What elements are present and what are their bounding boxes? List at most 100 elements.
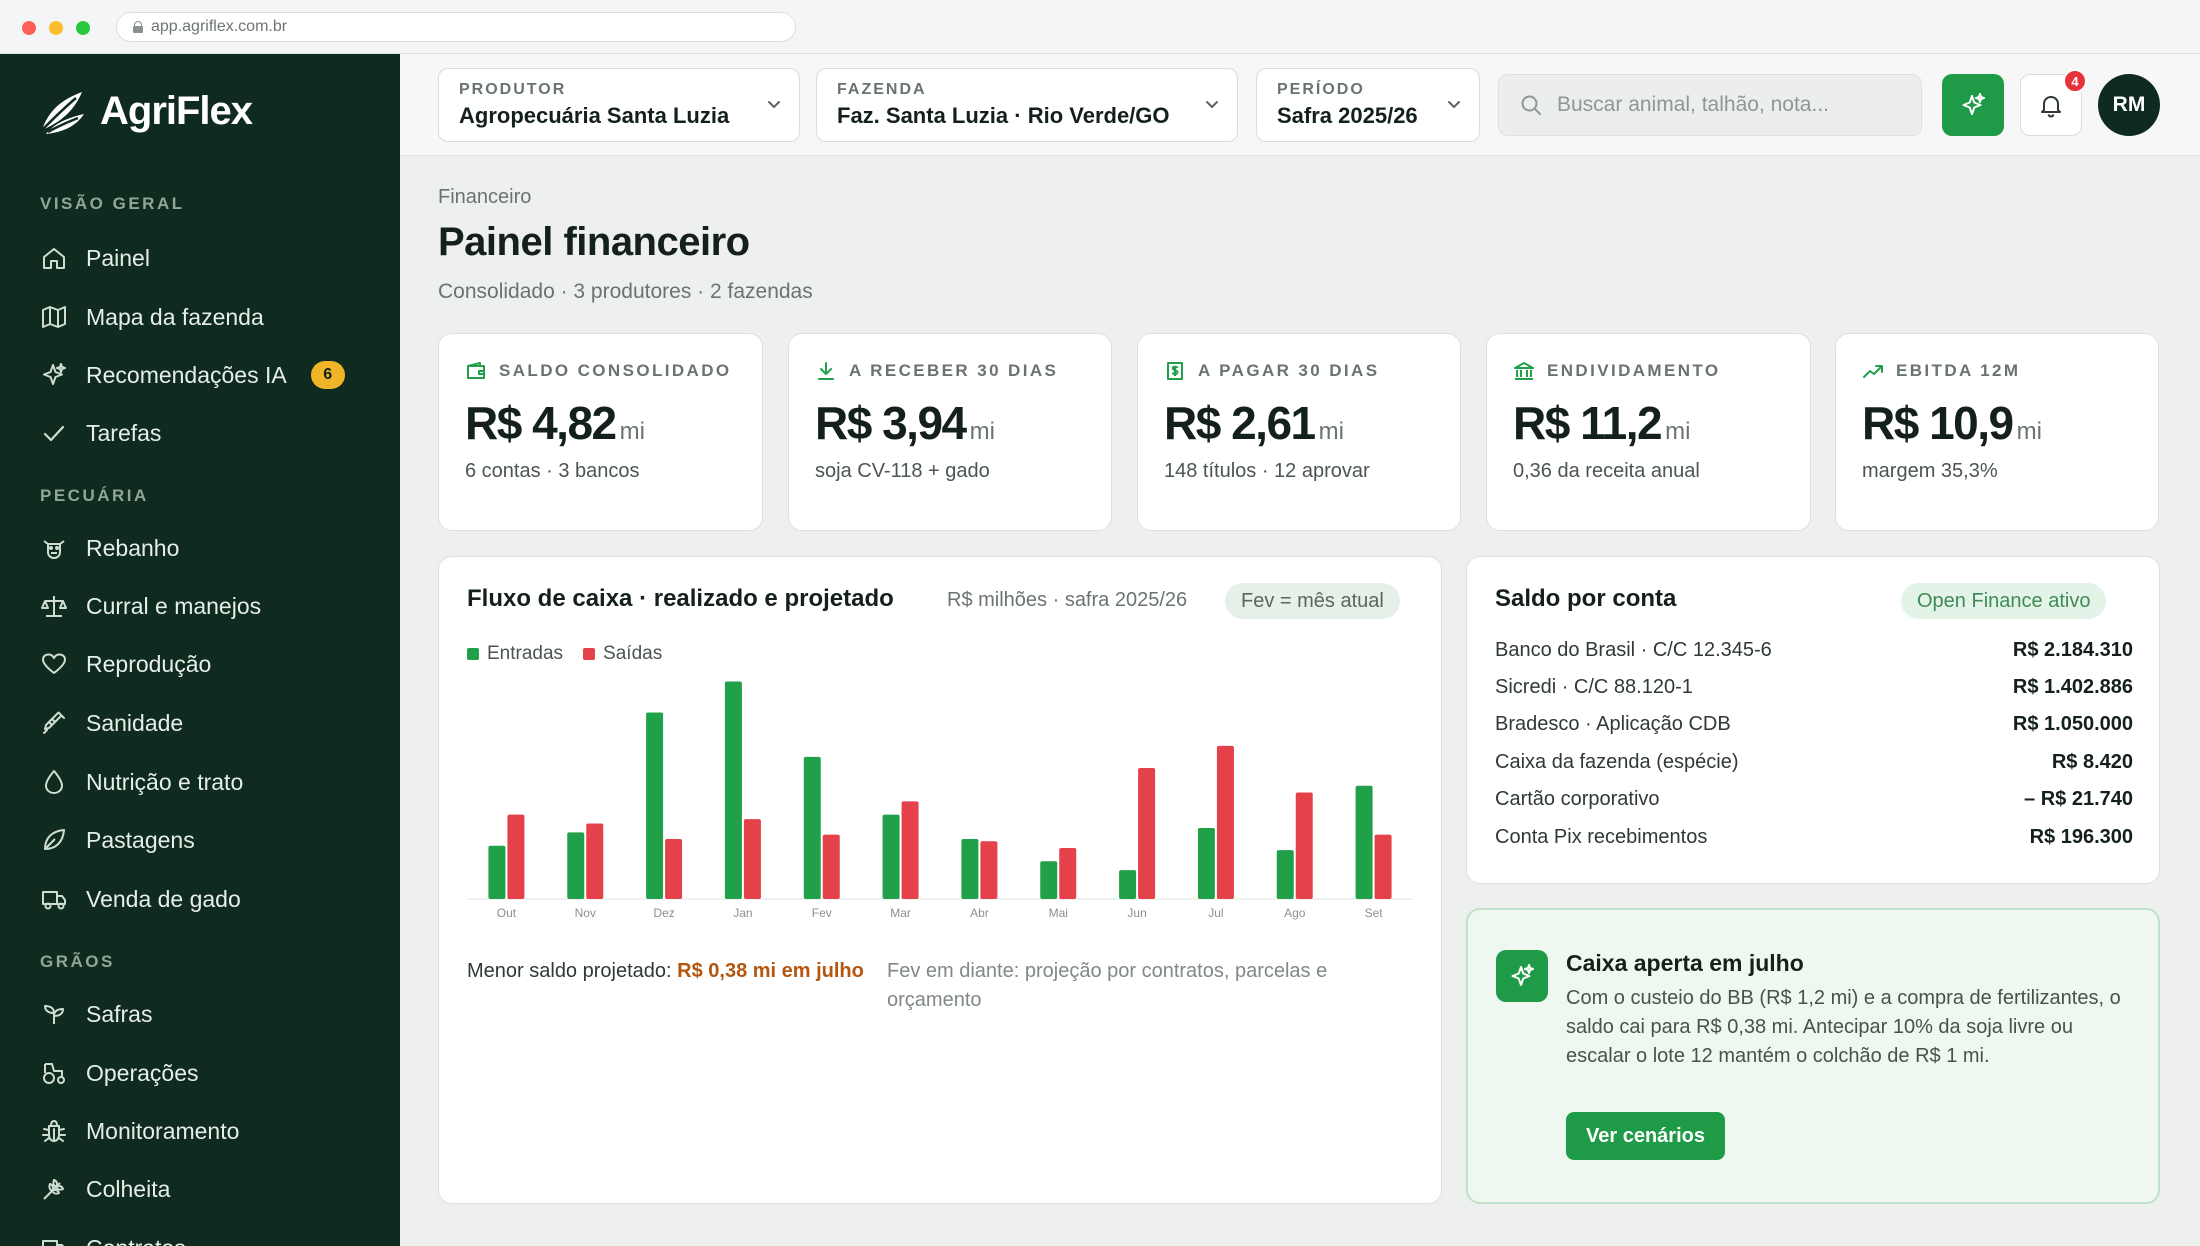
drop-icon: [45, 770, 63, 794]
notifications-button[interactable]: 4: [2020, 69, 2087, 136]
sidebar-item-mapa[interactable]: Mapa da fazenda: [40, 297, 370, 337]
sidebar-item-sanidade[interactable]: Sanidade: [40, 703, 370, 743]
producer-selector[interactable]: PRODUTOR Agropecuária Santa Luzia: [438, 68, 800, 142]
sidebar-item-curral[interactable]: Curral e manejos: [40, 586, 370, 626]
bar-saídas-jul[interactable]: [1216, 745, 1234, 899]
bar-saídas-mar[interactable]: [901, 801, 919, 899]
kpi-subtext: soja CV-118 + gado: [815, 460, 990, 482]
bar-saídas-fev[interactable]: [822, 834, 840, 899]
lowest-balance-value: R$ 0,38 mi em julho: [677, 960, 864, 982]
kpi-card-saldo[interactable]: SALDO CONSOLIDADO R$ 4,82 mi 6 contas · 3…: [438, 333, 763, 531]
truck-icon: [42, 891, 66, 910]
bar-saídas-nov[interactable]: [586, 823, 604, 899]
bar-entradas-fev[interactable]: [803, 756, 821, 899]
bar-saídas-mai[interactable]: [1059, 847, 1077, 899]
chevron-down-icon: [1206, 101, 1218, 109]
account-row[interactable]: Bradesco · Aplicação CDB R$ 1.050.000: [1495, 713, 2133, 736]
bar-saídas-jun[interactable]: [1138, 768, 1156, 899]
bar-entradas-ago[interactable]: [1276, 850, 1294, 899]
bar-entradas-nov[interactable]: [567, 832, 585, 899]
legend-label: Saídas: [603, 643, 663, 664]
legend-entradas[interactable]: Entradas: [467, 643, 563, 665]
farm-selector[interactable]: FAZENDA Faz. Santa Luzia · Rio Verde/GO: [816, 68, 1238, 142]
breadcrumb[interactable]: Financeiro: [438, 186, 531, 209]
x-tick-label: Out: [497, 906, 517, 920]
kpi-card-ebitda[interactable]: EBITDA 12M R$ 10,9 mi margem 35,3%: [1835, 333, 2159, 531]
brand-logo[interactable]: AgriFlex: [36, 84, 253, 138]
bar-entradas-abr[interactable]: [961, 839, 979, 899]
sidebar-item-nutricao[interactable]: Nutrição e trato: [40, 762, 370, 802]
lowest-balance-note: Menor saldo projetado: R$ 0,38 mi em jul…: [467, 957, 867, 986]
account-balance: R$ 1.402.886: [2012, 676, 2133, 698]
period-selector-value: Safra 2025/26: [1277, 103, 1418, 128]
sidebar-item-monitoramento[interactable]: Monitoramento: [40, 1111, 370, 1151]
bar-entradas-mai[interactable]: [1040, 861, 1058, 899]
bar-saídas-set[interactable]: [1374, 834, 1392, 899]
bar-entradas-mar[interactable]: [882, 814, 900, 899]
bar-saídas-jan[interactable]: [743, 819, 761, 899]
account-name: Conta Pix recebimentos: [1495, 826, 1708, 848]
legend-saidas[interactable]: Saídas: [583, 643, 662, 665]
search-input[interactable]: Buscar animal, talhão, nota...: [1498, 74, 1922, 136]
ai-assistant-button[interactable]: [1942, 74, 2004, 136]
account-balance: R$ 196.300: [2029, 826, 2133, 848]
bar-entradas-dez[interactable]: [646, 712, 664, 899]
bell-icon: [2041, 96, 2061, 118]
bar-saídas-dez[interactable]: [665, 839, 683, 899]
sidebar-item-painel[interactable]: Painel: [40, 238, 370, 278]
brand-name: AgriFlex: [100, 88, 253, 133]
account-row[interactable]: Conta Pix recebimentos R$ 196.300: [1495, 826, 2133, 849]
sidebar-item-tarefas[interactable]: Tarefas: [40, 413, 370, 453]
kpi-card-a-receber[interactable]: A RECEBER 30 DIAS R$ 3,94 mi soja CV-118 …: [788, 333, 1112, 531]
x-tick-label: Nov: [575, 906, 596, 920]
window-minimize-button[interactable]: [49, 21, 63, 35]
bar-saídas-out[interactable]: [507, 814, 525, 899]
account-row[interactable]: Banco do Brasil · C/C 12.345-6 R$ 2.184.3…: [1495, 639, 2133, 662]
sidebar-item-colheita[interactable]: Colheita: [40, 1169, 370, 1209]
kpi-label: SALDO CONSOLIDADO: [499, 361, 732, 380]
notifications-count-badge: 4: [2063, 69, 2087, 93]
account-name: Cartão corporativo: [1495, 788, 1660, 810]
account-row[interactable]: Caixa da fazenda (espécie) R$ 8.420: [1495, 751, 2133, 774]
sidebar-item-reproducao[interactable]: Reprodução: [40, 644, 370, 684]
scale-icon: [41, 596, 67, 617]
bar-saídas-abr[interactable]: [980, 841, 998, 899]
bar-entradas-out[interactable]: [488, 845, 506, 899]
sidebar-item-operacoes[interactable]: Operações: [40, 1053, 370, 1093]
sidebar-item-safras[interactable]: Safras: [40, 994, 370, 1034]
sidebar-item-venda-gado[interactable]: Venda de gado: [40, 879, 370, 919]
account-row[interactable]: Sicredi · C/C 88.120-1 R$ 1.402.886: [1495, 676, 2133, 699]
sidebar-item-label: Operações: [86, 1059, 199, 1086]
page-subtitle: Consolidado · 3 produtores · 2 fazendas: [438, 280, 813, 303]
current-month-pill: Fev = mês atual: [1225, 583, 1400, 619]
address-bar[interactable]: app.agriflex.com.br: [116, 12, 796, 42]
nav-section-pecuaria: PECUÁRIA: [40, 486, 149, 505]
bar-saídas-ago[interactable]: [1295, 792, 1313, 899]
bar-entradas-set[interactable]: [1355, 785, 1373, 899]
sidebar-item-rebanho[interactable]: Rebanho: [40, 528, 370, 568]
period-selector[interactable]: PERÍODO Safra 2025/26: [1256, 68, 1480, 142]
kpi-label: EBITDA 12M: [1896, 361, 2021, 380]
window-maximize-button[interactable]: [76, 21, 90, 35]
bill-icon: [1167, 362, 1183, 380]
kpi-card-a-pagar[interactable]: A PAGAR 30 DIAS R$ 2,61 mi 148 títulos · …: [1137, 333, 1461, 531]
x-tick-label: Ago: [1284, 906, 1306, 920]
sidebar-item-label: Colheita: [86, 1175, 171, 1202]
nav-section-graos: GRÃOS: [40, 952, 115, 971]
bar-entradas-jun[interactable]: [1119, 870, 1137, 899]
view-scenarios-button[interactable]: Ver cenários: [1566, 1112, 1725, 1160]
avatar[interactable]: RM: [2098, 74, 2160, 136]
bar-entradas-jan[interactable]: [724, 681, 742, 899]
sidebar-item-label: Pastagens: [86, 826, 195, 853]
sidebar-item-pastagens[interactable]: Pastagens: [40, 820, 370, 860]
projection-note: Fev em diante: projeção por contratos, p…: [887, 960, 1328, 1011]
x-tick-label: Mar: [890, 906, 911, 920]
window-close-button[interactable]: [22, 21, 36, 35]
account-balance: R$ 2.184.310: [2012, 639, 2133, 661]
sidebar-item-contratos[interactable]: Contratos: [40, 1228, 370, 1246]
sidebar-item-recomendacoes[interactable]: Recomendações IA 6: [40, 355, 370, 395]
kpi-subtext: 6 contas · 3 bancos: [465, 460, 640, 482]
account-row[interactable]: Cartão corporativo – R$ 21.740: [1495, 788, 2133, 811]
kpi-card-endividamento[interactable]: ENDIVIDAMENTO R$ 11,2 mi 0,36 da receita …: [1486, 333, 1811, 531]
bar-entradas-jul[interactable]: [1197, 827, 1215, 899]
